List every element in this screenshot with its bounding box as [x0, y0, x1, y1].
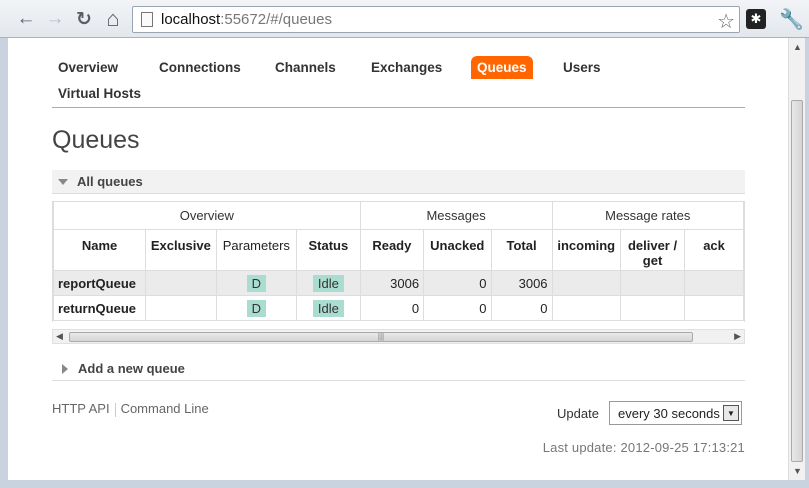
column-header-incoming: incoming	[551, 229, 621, 271]
nav-divider	[52, 107, 745, 108]
queue-name-link[interactable]: returnQueue	[53, 295, 147, 321]
horizontal-scroll-thumb[interactable]: |||	[69, 332, 693, 342]
extension-icon[interactable]: ✱	[746, 9, 766, 29]
group-header-messages: Messages	[359, 201, 553, 230]
column-header-deliver-get: deliver / get	[619, 229, 686, 271]
browser-toolbar: ← → ↻ ⌂ localhost:55672/#/queues ☆ ✱ 🔧	[0, 0, 809, 38]
queues-table-container: Overview Messages Message rates Name Exc…	[52, 201, 745, 322]
url-host: localhost	[161, 11, 221, 28]
update-interval-select[interactable]: every 30 seconds ▼	[609, 401, 742, 425]
tab-connections[interactable]: Connections	[153, 56, 247, 79]
column-header-name[interactable]: Name	[53, 229, 147, 271]
add-queue-toggle[interactable]: Add a new queue	[52, 357, 745, 381]
page-vertical-scrollbar[interactable]: ▲ ▼	[788, 38, 805, 480]
update-label: Update	[557, 406, 599, 421]
all-queues-toggle[interactable]: All queues	[52, 170, 745, 194]
parameters-cell: D	[215, 295, 298, 321]
window-frame-bottom	[0, 480, 809, 488]
page-title: Queues	[52, 126, 140, 154]
deliver-get-cell	[619, 270, 686, 296]
url-path: :55672/#/queues	[220, 11, 332, 28]
total-cell: 0	[490, 295, 553, 321]
collapse-triangle-icon	[58, 178, 68, 185]
queues-table: Overview Messages Message rates Name Exc…	[53, 201, 744, 321]
reload-icon: ↻	[76, 8, 92, 30]
page-viewport: Overview Connections Channels Exchanges …	[8, 38, 788, 480]
back-arrow-icon: ←	[16, 8, 36, 29]
unacked-cell: 0	[423, 270, 492, 296]
dropdown-arrow-icon[interactable]: ▼	[723, 405, 739, 421]
group-header-overview: Overview	[53, 201, 361, 230]
parameters-cell: D	[215, 270, 298, 296]
scroll-down-icon[interactable]: ▼	[793, 466, 802, 476]
deliver-get-cell	[619, 295, 686, 321]
column-header-unacked: Unacked	[423, 229, 492, 271]
wrench-menu-icon[interactable]: 🔧	[779, 7, 804, 32]
exclusive-cell	[145, 270, 217, 296]
ready-cell: 3006	[359, 270, 425, 296]
column-header-parameters: Parameters	[215, 229, 298, 271]
status-cell: Idle	[296, 270, 361, 296]
queue-name-link[interactable]: reportQueue	[53, 270, 147, 296]
tab-users[interactable]: Users	[557, 56, 607, 79]
reload-button[interactable]: ↻	[72, 7, 96, 31]
unacked-cell: 0	[423, 295, 492, 321]
scroll-right-icon[interactable]: ▶	[734, 331, 741, 342]
forward-arrow-icon: →	[45, 8, 65, 29]
command-line-link[interactable]: Command Line	[121, 401, 209, 416]
forward-button[interactable]: →	[43, 7, 67, 31]
footer-links: HTTP API Command Line	[52, 401, 209, 417]
update-interval-value: every 30 seconds	[618, 405, 720, 421]
exclusive-cell	[145, 295, 217, 321]
status-badge: Idle	[312, 274, 344, 292]
add-queue-label: Add a new queue	[78, 361, 185, 376]
home-button[interactable]: ⌂	[101, 6, 125, 31]
expand-triangle-icon	[62, 363, 68, 374]
durable-badge: D	[246, 299, 267, 317]
last-update-timestamp: Last update: 2012-09-25 17:13:21	[542, 440, 745, 455]
scroll-up-icon[interactable]: ▲	[793, 42, 802, 52]
ack-cell	[684, 295, 744, 321]
tab-exchanges[interactable]: Exchanges	[365, 56, 448, 79]
tab-queues[interactable]: Queues	[471, 56, 533, 79]
vertical-scroll-thumb[interactable]	[791, 100, 803, 462]
tab-overview[interactable]: Overview	[52, 56, 124, 79]
column-header-status: Status	[296, 229, 361, 271]
ack-cell	[684, 270, 744, 296]
window-frame-left	[0, 38, 8, 488]
table-row[interactable]: returnQueue D Idle 0 0 0	[53, 295, 744, 321]
scroll-left-icon[interactable]: ◀	[56, 331, 63, 342]
bookmark-star-icon[interactable]: ☆	[717, 9, 735, 34]
back-button[interactable]: ←	[14, 7, 38, 31]
column-header-ready: Ready	[359, 229, 425, 271]
home-icon: ⌂	[106, 6, 120, 31]
status-badge: Idle	[312, 299, 344, 317]
column-header-ack: ack	[684, 229, 744, 271]
all-queues-label: All queues	[77, 174, 143, 189]
group-header-message-rates: Message rates	[551, 201, 744, 230]
durable-badge: D	[246, 274, 267, 292]
ready-cell: 0	[359, 295, 425, 321]
tab-virtual-hosts[interactable]: Virtual Hosts	[52, 82, 147, 105]
table-row[interactable]: reportQueue D Idle 3006 0 3006	[53, 270, 744, 296]
table-horizontal-scrollbar[interactable]: ◀ ||| ▶	[52, 329, 745, 344]
address-bar[interactable]: localhost:55672/#/queues ☆	[132, 6, 740, 33]
status-cell: Idle	[296, 295, 361, 321]
column-header-total: Total	[490, 229, 553, 271]
tab-channels[interactable]: Channels	[269, 56, 342, 79]
incoming-cell	[551, 270, 621, 296]
incoming-cell	[551, 295, 621, 321]
total-cell: 3006	[490, 270, 553, 296]
page-icon	[141, 12, 153, 27]
column-header-exclusive: Exclusive	[145, 229, 217, 271]
footer-separator	[114, 402, 116, 417]
http-api-link[interactable]: HTTP API	[52, 401, 110, 416]
